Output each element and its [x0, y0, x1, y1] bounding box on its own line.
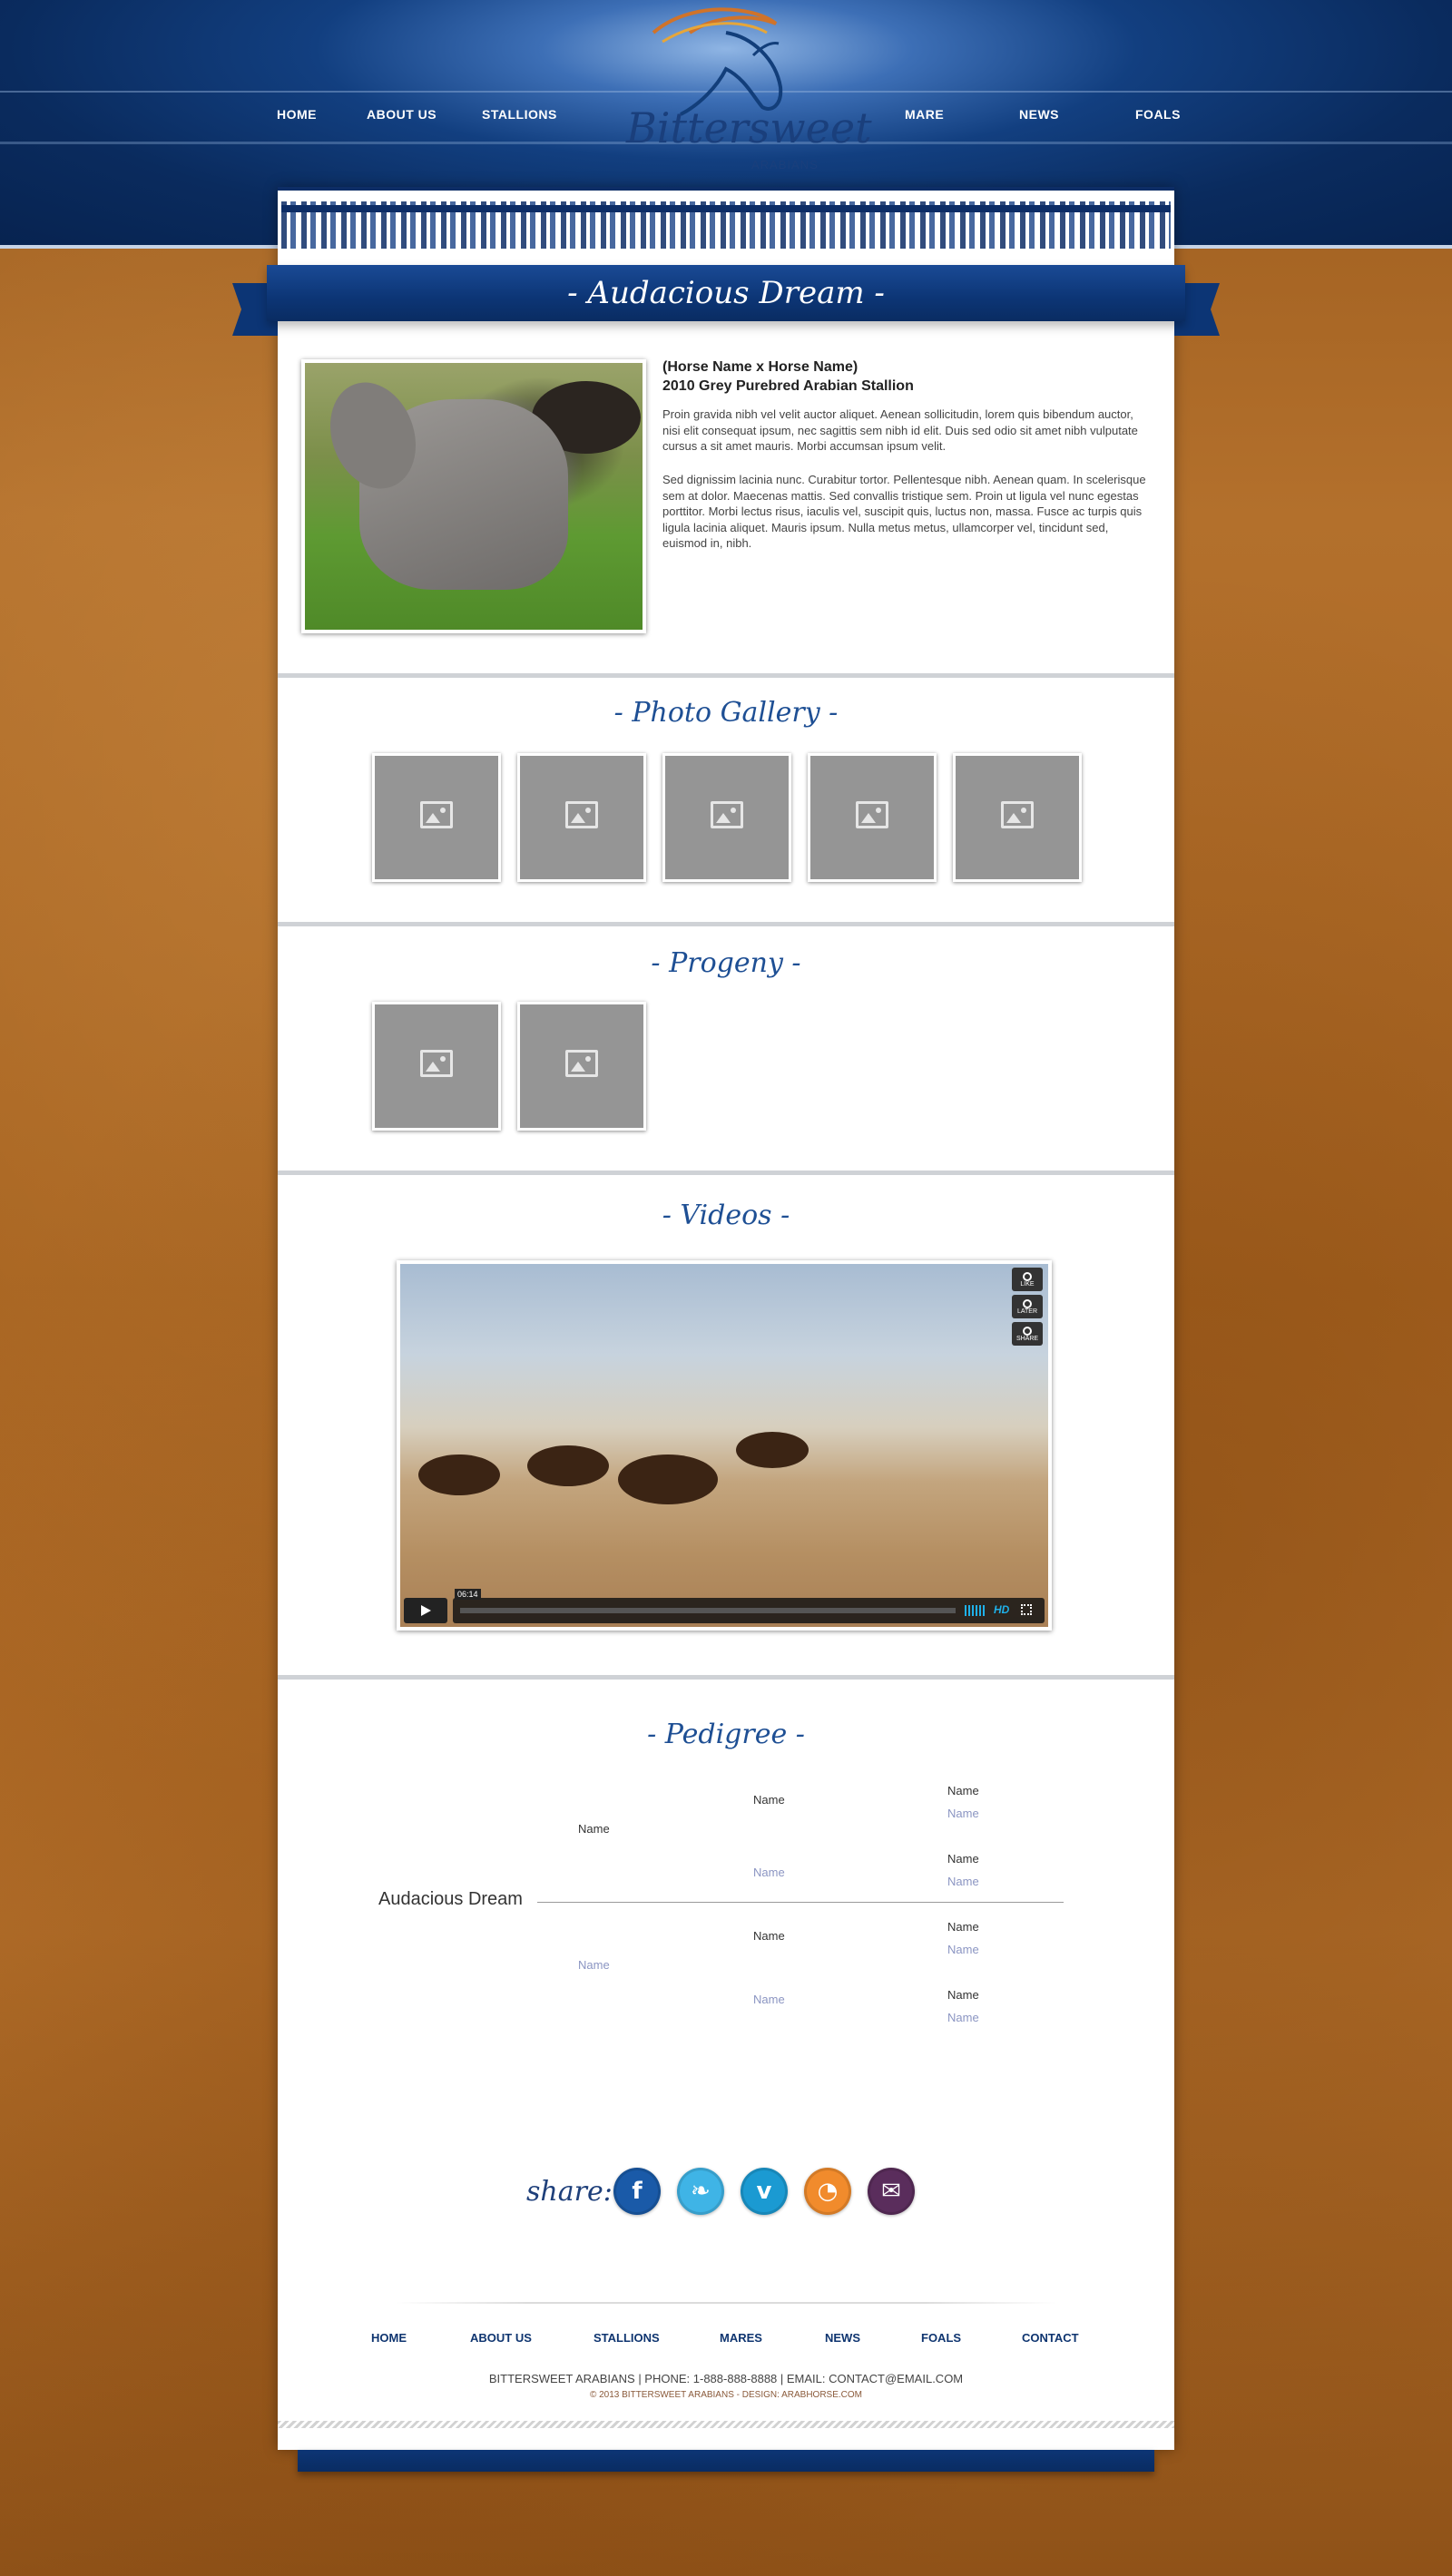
- image-placeholder-icon: [1001, 801, 1034, 828]
- footer-nav-stallions[interactable]: STALLIONS: [594, 2331, 660, 2345]
- nav-stallions[interactable]: STALLIONS: [482, 107, 557, 122]
- image-placeholder-icon: [420, 801, 453, 828]
- section-divider: [278, 673, 1174, 678]
- videos-title: - Videos -: [662, 1200, 790, 1231]
- footer-nav-contact[interactable]: CONTACT: [1022, 2331, 1079, 2345]
- ornamental-border-top: [281, 205, 1171, 212]
- video-controls: 06:14 HD: [404, 1589, 1045, 1623]
- footer-divider: [396, 2302, 1056, 2304]
- video-progress-track[interactable]: [460, 1608, 956, 1613]
- pedigree-great-grandparent[interactable]: Name: [947, 1988, 979, 2002]
- footer-nav-mares[interactable]: MARES: [720, 2331, 762, 2345]
- horse-description-1: Proin gravida nibh vel velit auctor aliq…: [662, 407, 1138, 453]
- twitter-icon[interactable]: ❧: [677, 2168, 724, 2215]
- video-player[interactable]: LIKE LATER SHARE 06:14 HD: [397, 1260, 1052, 1631]
- pedigree-great-grandparent[interactable]: Name: [947, 1852, 979, 1866]
- horse-subtitle: 2010 Grey Purebred Arabian Stallion: [662, 378, 914, 394]
- panel-top-border: [278, 187, 1174, 191]
- pedigree-line: [537, 1902, 1064, 1903]
- image-placeholder-icon: [711, 801, 743, 828]
- gallery-thumbnail[interactable]: [953, 753, 1082, 882]
- pedigree-main-horse: Audacious Dream: [378, 1889, 523, 1909]
- video-frame-detail: [736, 1432, 809, 1468]
- nav-home[interactable]: HOME: [277, 107, 317, 122]
- image-placeholder-icon: [565, 1050, 598, 1077]
- video-frame-detail: [418, 1455, 500, 1495]
- nav-about-us[interactable]: ABOUT US: [367, 107, 437, 122]
- horse-photo[interactable]: [301, 359, 646, 633]
- footer-border: [278, 2421, 1174, 2428]
- video-frame-detail: [618, 1455, 718, 1504]
- title-ribbon: - Audacious Dream -: [267, 265, 1185, 321]
- footer-nav-foals[interactable]: FOALS: [921, 2331, 961, 2345]
- pedigree-sire[interactable]: Name: [578, 1822, 610, 1836]
- section-divider: [278, 1170, 1174, 1175]
- pedigree-great-grandparent[interactable]: Name: [947, 1875, 979, 1888]
- pedigree-granddam[interactable]: Name: [753, 1993, 785, 2006]
- pedigree-great-grandparent[interactable]: Name: [947, 1807, 979, 1820]
- video-share-button[interactable]: SHARE: [1012, 1322, 1043, 1346]
- section-divider: [278, 922, 1174, 926]
- hd-toggle[interactable]: HD: [994, 1603, 1009, 1616]
- image-placeholder-icon: [856, 801, 888, 828]
- site-logo[interactable]: Bittersweet ARABIANS: [617, 5, 872, 178]
- share-label: share:: [526, 2176, 613, 2208]
- play-button[interactable]: [404, 1598, 447, 1623]
- gallery-thumbnail[interactable]: [517, 753, 646, 882]
- logo-subtext: ARABIANS: [751, 158, 819, 171]
- copyright: © 2013 BITTERSWEET ARABIANS - DESIGN: AR…: [589, 2390, 863, 2400]
- video-like-button[interactable]: LIKE: [1012, 1268, 1043, 1291]
- footer-nav-news[interactable]: NEWS: [825, 2331, 860, 2345]
- video-frame-detail: [527, 1445, 609, 1486]
- video-control-bar: 06:14 HD: [453, 1589, 1045, 1623]
- pedigree-title: - Pedigree -: [647, 1719, 805, 1750]
- horse-parents: (Horse Name x Horse Name): [662, 359, 858, 375]
- section-divider: [278, 1675, 1174, 1680]
- volume-icon[interactable]: [965, 1605, 986, 1616]
- footer-nav-about-us[interactable]: ABOUT US: [470, 2331, 532, 2345]
- vimeo-icon[interactable]: v: [741, 2168, 788, 2215]
- nav-news[interactable]: NEWS: [1019, 107, 1059, 122]
- video-later-button[interactable]: LATER: [1012, 1295, 1043, 1318]
- page-title: - Audacious Dream -: [567, 275, 885, 311]
- pedigree-granddam[interactable]: Name: [753, 1866, 785, 1879]
- gallery-thumbnail[interactable]: [662, 753, 791, 882]
- pedigree-dam[interactable]: Name: [578, 1958, 610, 1972]
- pedigree-grandsire[interactable]: Name: [753, 1929, 785, 1943]
- gallery-thumbnail[interactable]: [372, 753, 501, 882]
- nav-foals[interactable]: FOALS: [1135, 107, 1181, 122]
- pedigree-great-grandparent[interactable]: Name: [947, 1943, 979, 1956]
- footer-nav-home[interactable]: HOME: [371, 2331, 407, 2345]
- gallery-thumbnail[interactable]: [808, 753, 937, 882]
- pedigree-great-grandparent[interactable]: Name: [947, 1784, 979, 1797]
- facebook-icon[interactable]: f: [613, 2168, 661, 2215]
- progeny-title: - Progeny -: [651, 947, 801, 979]
- progeny-thumbnail[interactable]: [372, 1002, 501, 1131]
- nav-mare[interactable]: MARE: [905, 107, 944, 122]
- logo-text: Bittersweet: [626, 103, 872, 152]
- pedigree-great-grandparent[interactable]: Name: [947, 1920, 979, 1934]
- contact-info: BITTERSWEET ARABIANS | PHONE: 1-888-888-…: [488, 2372, 964, 2385]
- image-placeholder-icon: [420, 1050, 453, 1077]
- pedigree-grandsire[interactable]: Name: [753, 1793, 785, 1807]
- rss-icon[interactable]: ◔: [804, 2168, 851, 2215]
- bottom-ribbon: [298, 2450, 1154, 2472]
- horse-description-2: Sed dignissim lacinia nunc. Curabitur to…: [662, 473, 1146, 550]
- gallery-title: - Photo Gallery -: [613, 697, 839, 729]
- email-icon[interactable]: ✉: [868, 2168, 915, 2215]
- video-time: 06:14: [455, 1589, 481, 1600]
- pedigree-great-grandparent[interactable]: Name: [947, 2011, 979, 2024]
- image-placeholder-icon: [565, 801, 598, 828]
- content-panel: - Audacious Dream - (Horse Name x Horse …: [232, 187, 1220, 2450]
- fullscreen-icon[interactable]: [1021, 1604, 1032, 1615]
- progeny-thumbnail[interactable]: [517, 1002, 646, 1131]
